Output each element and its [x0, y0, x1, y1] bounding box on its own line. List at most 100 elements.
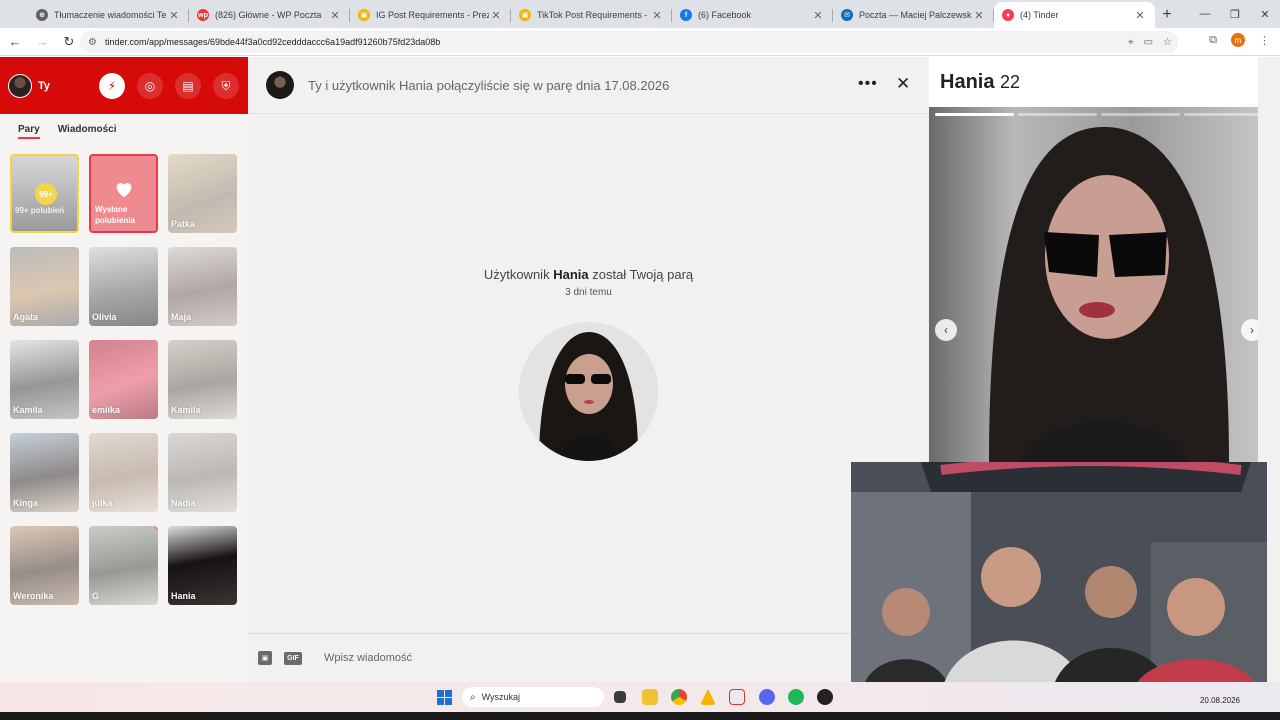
match-card-name: Kamila: [171, 405, 201, 415]
shield-icon[interactable]: ⛨: [213, 73, 239, 99]
tab-messages[interactable]: Wiadomości: [58, 124, 117, 152]
match-card-name: Maja: [171, 312, 192, 322]
match-card[interactable]: emiika: [89, 340, 158, 419]
sent-likes-card[interactable]: Wysłane polubienia: [89, 154, 158, 233]
profile-avatar[interactable]: m: [1231, 33, 1245, 47]
match-time: 3 dni temu: [565, 287, 612, 298]
heart-icon: [116, 183, 132, 198]
gif-button[interactable]: GIF: [284, 651, 302, 665]
browser-tab[interactable]: ⊕ Tłumaczenie wiadomości Temu ✕: [28, 2, 189, 28]
photo-progress-bar[interactable]: [1018, 113, 1097, 116]
discord-icon[interactable]: [759, 689, 775, 705]
close-window-icon[interactable]: ✕: [1250, 0, 1280, 28]
briefcase-icon[interactable]: ▤: [175, 73, 201, 99]
match-card[interactable]: Agata: [10, 247, 79, 326]
warning-app-icon[interactable]: [700, 689, 716, 705]
unread-dot: [154, 526, 158, 530]
match-card[interactable]: Olivia: [89, 247, 158, 326]
bookmark-star-icon[interactable]: ☆: [1163, 37, 1172, 48]
file-explorer-icon[interactable]: [642, 689, 658, 705]
photo-progress-bar[interactable]: [1184, 113, 1263, 116]
message-input[interactable]: Wpisz wiadomość: [324, 652, 412, 664]
photo-progress-bar[interactable]: [935, 113, 1014, 116]
forward-icon[interactable]: →: [30, 30, 54, 54]
browser-tab[interactable]: ✉ Poczta — Maciej Palczewski —✕: [833, 2, 994, 28]
url-text: tinder.com/app/messages/69bde44f3a0cd92c…: [104, 37, 441, 47]
tab-matches[interactable]: Pary: [18, 124, 40, 139]
vpn-app-icon[interactable]: [729, 689, 745, 705]
close-chat-icon[interactable]: ✕: [896, 74, 910, 94]
match-avatar[interactable]: [266, 71, 294, 99]
match-card-name: emiika: [92, 405, 121, 415]
tab-close-icon[interactable]: ✕: [328, 9, 342, 22]
tab-close-icon[interactable]: ✕: [167, 9, 181, 22]
explore-compass-icon[interactable]: ◎: [137, 73, 163, 99]
match-card[interactable]: Maja: [168, 247, 237, 326]
restore-icon[interactable]: ❐: [1220, 0, 1250, 28]
tab-close-icon[interactable]: ✕: [489, 9, 503, 22]
match-card[interactable]: Kamila: [10, 340, 79, 419]
likes-count-badge: 99+: [35, 183, 57, 205]
cast-icon[interactable]: ▭: [1144, 37, 1153, 48]
search-icon: ⌕: [470, 691, 476, 703]
tab-close-icon[interactable]: ✕: [972, 9, 986, 22]
match-card[interactable]: G: [89, 526, 158, 605]
back-icon[interactable]: ←: [3, 30, 27, 54]
sidebar-tabs: Pary Wiadomości: [0, 114, 248, 152]
obs-icon[interactable]: [817, 689, 833, 705]
extensions-icon[interactable]: ⧉: [1209, 34, 1217, 47]
photo-progress-bar[interactable]: [1101, 113, 1180, 116]
match-card-name: Patka: [171, 219, 196, 229]
message-composer: ▣ GIF Wpisz wiadomość: [248, 633, 929, 682]
minimize-icon[interactable]: —: [1190, 0, 1220, 28]
tab-favicon-icon: ✉: [841, 9, 853, 21]
user-avatar[interactable]: [8, 73, 32, 98]
tab-close-icon[interactable]: ✕: [1133, 9, 1147, 22]
tab-list: ⊕ Tłumaczenie wiadomości Temu ✕ wp (826) Głó…: [0, 2, 1155, 28]
chrome-icon[interactable]: [671, 689, 687, 705]
sticker-icon[interactable]: ▣: [258, 651, 272, 665]
user-label[interactable]: Ty: [38, 80, 50, 92]
address-bar[interactable]: ⚙ tinder.com/app/messages/69bde44f3a0cd9…: [80, 31, 1178, 53]
match-card[interactable]: Kamila: [168, 340, 237, 419]
site-info-icon[interactable]: ⚙: [88, 37, 97, 48]
match-card-name: G: [92, 591, 100, 601]
new-tab-button[interactable]: +: [1155, 2, 1179, 28]
boost-bolt-icon[interactable]: ⚡: [99, 73, 125, 99]
previous-photo-icon[interactable]: ‹: [935, 319, 957, 341]
reload-icon[interactable]: ↻: [57, 30, 81, 54]
match-card[interactable]: Patka: [168, 154, 237, 233]
profile-photo[interactable]: ‹ ›: [929, 107, 1269, 462]
spotify-icon[interactable]: [788, 689, 804, 705]
location-icon[interactable]: ⌖: [1128, 37, 1134, 48]
profile-age: 22: [1000, 72, 1021, 92]
browser-tab[interactable]: ▣ TikTok Post Requirements - Pre✕: [511, 2, 672, 28]
browser-tab[interactable]: wp (826) Główne - WP Poczta ✕: [189, 2, 350, 28]
chat-panel: Ty i użytkownik Hania połączyliście się …: [248, 57, 929, 682]
match-card-name: Kinga: [13, 498, 39, 508]
match-card-name: Kamila: [13, 405, 43, 415]
match-card[interactable]: Nadia: [168, 433, 237, 512]
menu-kebab-icon[interactable]: ⋮: [1259, 34, 1270, 47]
taskbar-search[interactable]: ⌕ Wyszukaj: [462, 687, 604, 707]
tab-favicon-icon: ⊕: [36, 9, 48, 21]
tab-close-icon[interactable]: ✕: [811, 9, 825, 22]
tab-close-icon[interactable]: ✕: [650, 9, 664, 22]
windows-taskbar: ⌕ Wyszukaj 20.08.2026: [0, 682, 1280, 712]
match-card[interactable]: julka: [89, 433, 158, 512]
browser-tab[interactable]: ♦ (4) Tinder ✕: [994, 2, 1155, 28]
match-card[interactable]: Weronika: [10, 526, 79, 605]
webcam-overlay: [851, 462, 1267, 696]
windows-start-icon[interactable]: [437, 690, 452, 705]
tab-title: (826) Główne - WP Poczta: [215, 10, 322, 20]
match-card[interactable]: Hania: [168, 526, 237, 605]
match-photo[interactable]: [519, 322, 658, 461]
match-card-name: Olivia: [92, 312, 117, 322]
more-options-icon[interactable]: •••: [858, 75, 878, 93]
match-card[interactable]: Kinga: [10, 433, 79, 512]
browser-tab[interactable]: ▣ IG Post Requirements - Prezem✕: [350, 2, 511, 28]
task-view-icon[interactable]: [614, 691, 626, 703]
tray-date: 20.08.2026: [1199, 696, 1240, 705]
browser-tab[interactable]: f (6) Facebook ✕: [672, 2, 833, 28]
likes-card[interactable]: 99+ 99+ polubień: [10, 154, 79, 233]
